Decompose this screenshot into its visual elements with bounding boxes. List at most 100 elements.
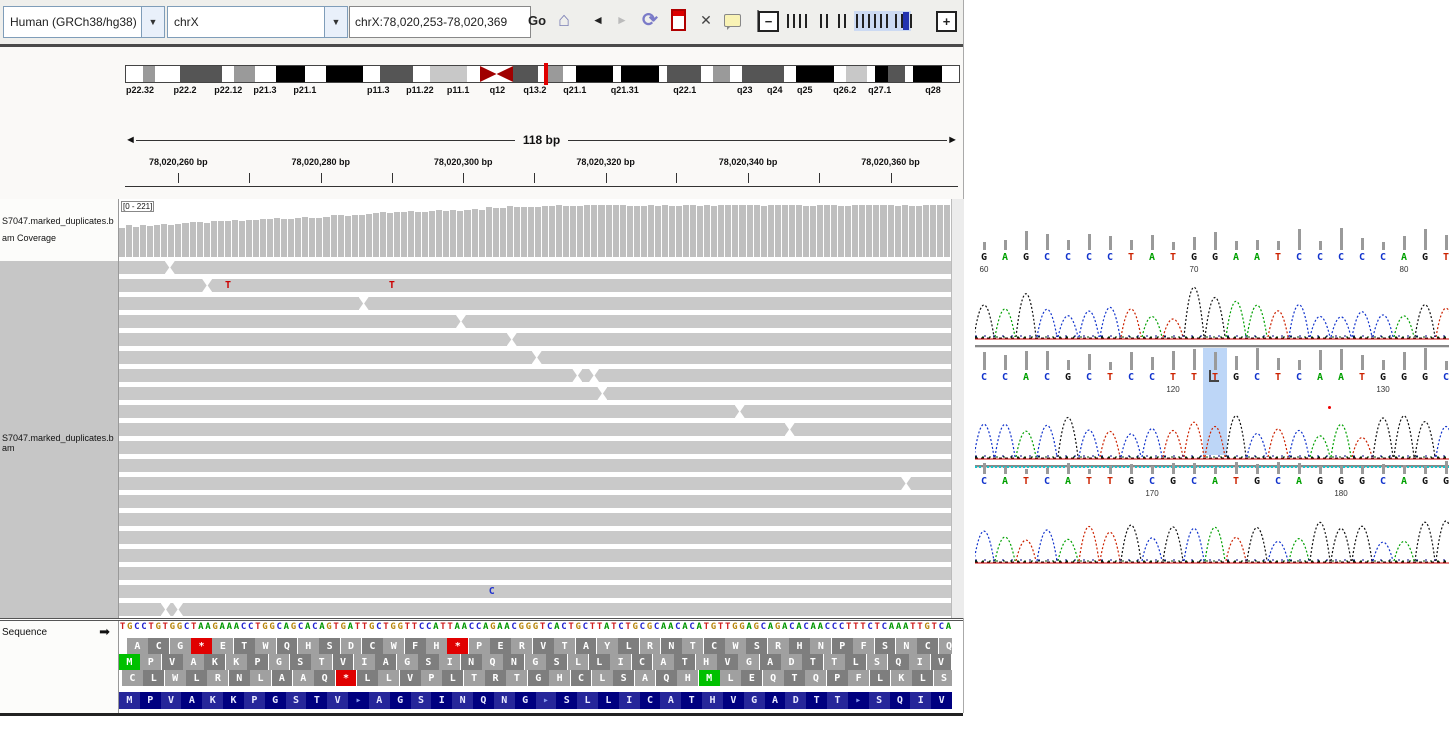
base-call[interactable]: G xyxy=(1128,476,1134,487)
base-call[interactable]: A xyxy=(1317,372,1323,383)
base-call[interactable]: T xyxy=(1359,372,1365,383)
base-call[interactable]: C xyxy=(1107,252,1113,263)
base-call[interactable]: A xyxy=(1296,476,1302,487)
base-call[interactable]: C xyxy=(1443,372,1449,383)
read-row[interactable] xyxy=(119,315,951,328)
read-row[interactable] xyxy=(119,459,951,472)
read-row[interactable] xyxy=(119,549,951,562)
base-call[interactable]: G xyxy=(1212,252,1218,263)
genome-select[interactable]: Human (GRCh38/hg38) ▼ xyxy=(3,6,165,38)
read-row[interactable] xyxy=(119,333,951,346)
base-call[interactable]: G xyxy=(1065,372,1071,383)
base-call[interactable]: C xyxy=(1191,476,1197,487)
base-call[interactable]: T xyxy=(1128,252,1134,263)
zoom-slider-ticks[interactable] xyxy=(785,11,930,31)
base-call[interactable]: G xyxy=(1023,252,1029,263)
read-row[interactable] xyxy=(119,387,951,400)
strand-arrow-icon[interactable]: ➡ xyxy=(99,624,110,640)
base-call[interactable]: C xyxy=(1338,252,1344,263)
base-call[interactable]: A xyxy=(1338,372,1344,383)
base-call[interactable]: G xyxy=(981,252,987,263)
mismatch-base[interactable]: T xyxy=(225,280,231,291)
base-call[interactable]: C xyxy=(1317,252,1323,263)
mismatch-base[interactable]: T xyxy=(389,280,395,291)
base-call[interactable]: G xyxy=(1317,476,1323,487)
read-row[interactable] xyxy=(119,495,951,508)
base-call[interactable]: A xyxy=(1212,476,1218,487)
base-call[interactable]: G xyxy=(1422,476,1428,487)
base-call[interactable]: C xyxy=(1128,372,1134,383)
read-row[interactable] xyxy=(119,603,951,616)
base-call[interactable]: C xyxy=(1149,476,1155,487)
base-call[interactable]: A xyxy=(1002,252,1008,263)
base-call[interactable]: C xyxy=(1296,372,1302,383)
zoom-slider[interactable]: − + xyxy=(758,8,957,34)
base-call[interactable]: G xyxy=(1359,476,1365,487)
base-call[interactable]: T xyxy=(1107,372,1113,383)
base-call[interactable]: G xyxy=(1338,476,1344,487)
read-row[interactable] xyxy=(119,405,951,418)
alignment-track[interactable]: TTC xyxy=(119,261,951,618)
base-call[interactable]: G xyxy=(1401,372,1407,383)
read-row[interactable] xyxy=(119,423,951,436)
base-call[interactable]: T xyxy=(1233,476,1239,487)
base-call[interactable]: C xyxy=(981,476,987,487)
read-row[interactable] xyxy=(119,351,951,364)
base-call[interactable]: G xyxy=(1380,372,1386,383)
base-call[interactable]: T xyxy=(1170,372,1176,383)
base-call[interactable]: T xyxy=(1443,252,1449,263)
base-call[interactable]: G xyxy=(1254,476,1260,487)
base-call[interactable]: G xyxy=(1233,372,1239,383)
base-call[interactable]: G xyxy=(1191,252,1197,263)
base-call[interactable]: C xyxy=(1002,372,1008,383)
base-call[interactable]: C xyxy=(1359,252,1365,263)
base-call[interactable]: G xyxy=(1170,476,1176,487)
track-scrollbar[interactable] xyxy=(951,199,964,618)
zoom-out-button[interactable]: − xyxy=(758,11,779,32)
base-call[interactable]: A xyxy=(1401,252,1407,263)
forward-arrow-icon[interactable]: ► xyxy=(610,6,634,34)
base-call[interactable]: A xyxy=(1149,252,1155,263)
base-call[interactable]: A xyxy=(1002,476,1008,487)
read-row[interactable] xyxy=(119,297,951,310)
base-call[interactable]: T xyxy=(1170,252,1176,263)
base-call[interactable]: C xyxy=(1296,252,1302,263)
translation-frame-row[interactable]: MPVAKKPGSTVIAGSINQNGSLLICATHVGADTTLSQIV xyxy=(119,654,952,670)
zoom-slider-thumb[interactable] xyxy=(903,12,909,30)
locus-input[interactable]: chrX:78,020,253-78,020,369 xyxy=(349,6,531,38)
read-row[interactable] xyxy=(119,441,951,454)
base-call[interactable]: C xyxy=(1149,372,1155,383)
back-arrow-icon[interactable]: ◄ xyxy=(586,6,610,34)
base-call[interactable]: C xyxy=(1275,476,1281,487)
sequence-track-label[interactable]: Sequence xyxy=(2,627,47,638)
read-row[interactable]: C xyxy=(119,585,951,598)
comment-bubble-icon[interactable] xyxy=(720,6,744,34)
base-call[interactable]: G xyxy=(1443,476,1449,487)
base-call[interactable]: G xyxy=(1422,372,1428,383)
base-call[interactable]: C xyxy=(1044,476,1050,487)
coverage-track[interactable]: [0 - 221] xyxy=(119,203,951,257)
mismatch-base[interactable]: C xyxy=(489,586,495,597)
chromosome-select[interactable]: chrX ▼ xyxy=(167,6,348,38)
gene-translation-row[interactable]: MPVAKKPGSTV▸AGSINQNG▸SLLICATHVGADTT▸SQIV xyxy=(119,692,952,709)
chevron-down-icon[interactable]: ▼ xyxy=(324,7,347,37)
coverage-track-label[interactable]: S7047.marked_duplicates.bam Coverage xyxy=(2,213,114,247)
base-call[interactable]: G xyxy=(1422,252,1428,263)
base-call[interactable]: C xyxy=(1380,252,1386,263)
base-call[interactable]: T xyxy=(1275,372,1281,383)
translation-frame-row[interactable]: CLWLRNLAAQ*LLVPLTRTGHCLSAQHMLEQTQPFLKLS xyxy=(119,670,952,686)
read-row[interactable] xyxy=(119,531,951,544)
read-row[interactable] xyxy=(119,477,951,490)
base-call[interactable]: C xyxy=(1086,372,1092,383)
base-call[interactable]: A xyxy=(1233,252,1239,263)
base-call[interactable]: A xyxy=(1065,476,1071,487)
go-button[interactable]: Go xyxy=(528,13,546,28)
base-call[interactable]: T xyxy=(1023,476,1029,487)
base-call[interactable]: T xyxy=(1191,372,1197,383)
translation-frame-row[interactable]: ACG*ETWQHSDCWFH*PERVTAYLRNTCWSRHNPFSNCQ xyxy=(119,638,952,654)
base-call[interactable]: C xyxy=(1044,372,1050,383)
base-call[interactable]: A xyxy=(1401,476,1407,487)
base-call[interactable]: C xyxy=(1254,372,1260,383)
zoom-in-button[interactable]: + xyxy=(936,11,957,32)
read-row[interactable]: TT xyxy=(119,279,951,292)
